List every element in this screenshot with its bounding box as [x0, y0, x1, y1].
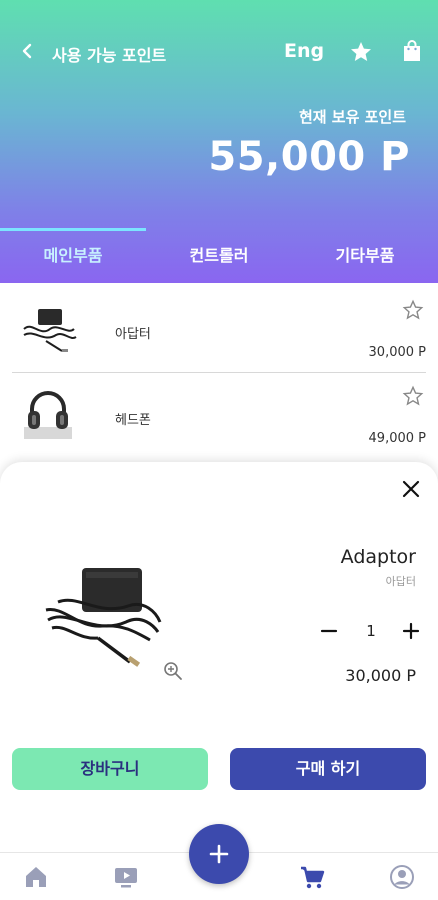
add-to-cart-button[interactable]: 장바구니: [12, 748, 208, 790]
points-value: 55,000 P: [208, 134, 410, 180]
back-button[interactable]: [14, 38, 40, 64]
home-icon[interactable]: [22, 863, 50, 891]
adapter-thumbnail: [23, 309, 77, 352]
add-floating-button[interactable]: [189, 824, 249, 884]
item-name: 아답터: [115, 327, 151, 342]
close-icon[interactable]: [400, 478, 422, 500]
minus-icon[interactable]: [318, 620, 340, 642]
page-title: 사용 가능 포인트: [52, 46, 167, 65]
favorites-button[interactable]: [349, 40, 373, 64]
category-tabs: 메인부품 컨트롤러 기타부품: [0, 228, 438, 283]
star-icon: [351, 42, 371, 61]
video-icon[interactable]: [112, 863, 140, 891]
shopping-bag-button[interactable]: [400, 39, 424, 63]
quantity-value: 1: [366, 622, 376, 640]
top-bar: 사용 가능 포인트 Eng: [0, 30, 438, 74]
tab-controller[interactable]: 컨트롤러: [146, 228, 292, 283]
list-item[interactable]: 아답터 30,000 P: [12, 287, 426, 373]
item-name: 헤드폰: [115, 413, 151, 428]
plus-icon[interactable]: [400, 620, 422, 642]
product-title: Adaptor: [340, 546, 416, 568]
shopping-bag-icon: [404, 40, 420, 61]
buy-button[interactable]: 구매 하기: [230, 748, 426, 790]
tab-other-parts[interactable]: 기타부품: [292, 228, 438, 283]
tab-main-parts[interactable]: 메인부품: [0, 228, 146, 283]
product-subtitle: 아답터: [385, 575, 416, 588]
chevron-left-icon: [22, 43, 32, 59]
headphone-thumbnail: [24, 391, 72, 439]
item-price: 30,000 P: [368, 345, 426, 360]
star-outline-icon[interactable]: [402, 385, 424, 407]
language-toggle-button[interactable]: Eng: [284, 40, 324, 62]
profile-icon[interactable]: [388, 863, 416, 891]
item-price: 49,000 P: [368, 431, 426, 446]
star-outline-icon[interactable]: [402, 299, 424, 321]
list-item[interactable]: 헤드폰 49,000 P: [12, 373, 426, 459]
product-price: 30,000 P: [345, 666, 416, 685]
header: 사용 가능 포인트 Eng 현재 보유 포인트 55,000 P 메인부품 컨트…: [0, 0, 438, 283]
product-image: [45, 568, 162, 667]
zoom-in-icon[interactable]: [162, 660, 184, 682]
add-icon: [209, 844, 229, 864]
points-label: 현재 보유 포인트: [298, 108, 406, 126]
cart-icon[interactable]: [298, 863, 326, 891]
